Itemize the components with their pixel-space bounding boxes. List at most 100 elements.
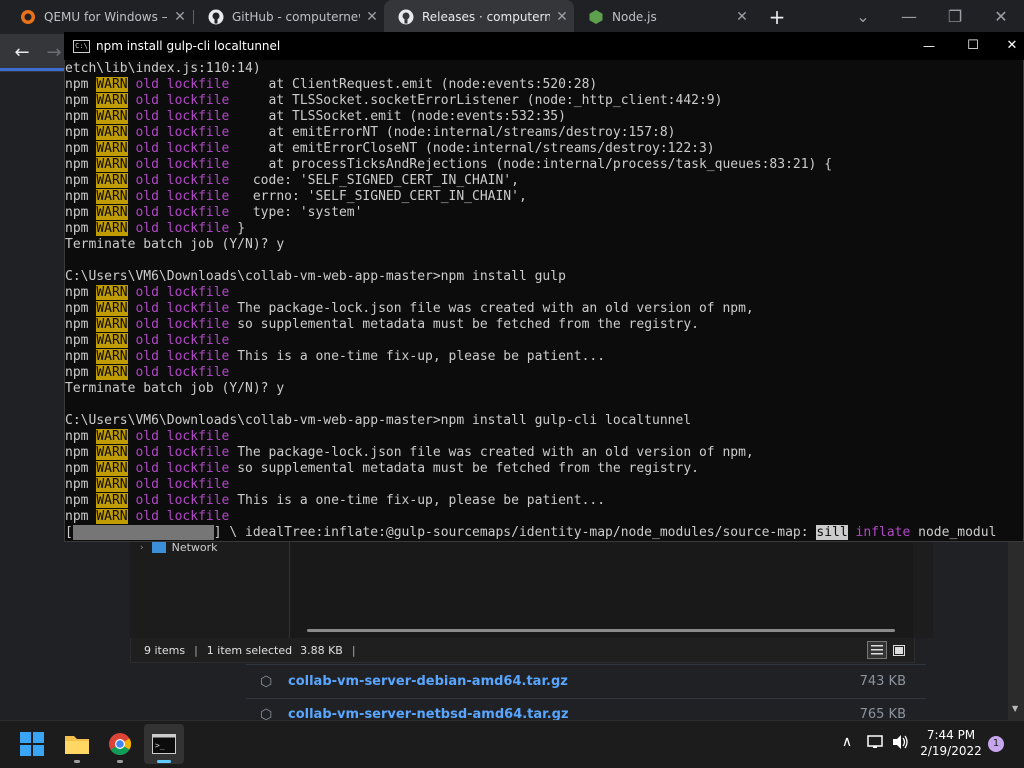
- tab-close-icon[interactable]: ✕: [360, 9, 384, 25]
- console-text: sill: [816, 525, 848, 540]
- tab-title: GitHub - computernew: [232, 10, 360, 24]
- console-text: npm: [65, 301, 97, 316]
- notification-badge[interactable]: 1: [988, 736, 1004, 752]
- chrome-icon: [109, 733, 131, 755]
- warn-tag: WARN: [96, 493, 128, 508]
- console-maximize-button[interactable]: ☐: [956, 32, 990, 60]
- taskbar-file-explorer[interactable]: [57, 724, 97, 764]
- warn-reason: old lockfile: [135, 77, 230, 92]
- warn-reason: old lockfile: [135, 173, 230, 188]
- status-separator: |: [194, 643, 198, 657]
- console-line: npm WARN old lockfile at TLSSocket.socke…: [65, 93, 1023, 109]
- console-text: npm: [65, 429, 97, 444]
- console-text: npm: [65, 365, 97, 380]
- explorer-horizontal-scrollbar[interactable]: [307, 629, 895, 632]
- running-indicator: [74, 760, 80, 763]
- asset-link[interactable]: collab-vm-server-netbsd-amd64.tar.gz: [288, 707, 860, 720]
- taskbar-terminal[interactable]: >_: [144, 724, 184, 764]
- tab-close-icon[interactable]: ✕: [168, 9, 192, 25]
- asset-link[interactable]: collab-vm-server-debian-amd64.tar.gz: [288, 674, 860, 689]
- explorer-nav-pane: › Network: [130, 538, 290, 638]
- warn-tag: WARN: [96, 93, 128, 108]
- warn-reason: old lockfile: [135, 365, 230, 380]
- show-hidden-icons-button[interactable]: ∧: [836, 734, 858, 750]
- asset-size: 765 KB: [859, 707, 906, 720]
- nav-item-network[interactable]: › Network: [140, 541, 218, 554]
- console-text: C:\Users\VM6\Downloads\collab-vm-web-app…: [65, 269, 566, 284]
- warn-reason: old lockfile: [135, 445, 230, 460]
- release-asset-row[interactable]: ⬡ collab-vm-server-netbsd-amd64.tar.gz 7…: [246, 698, 926, 720]
- console-text: npm: [65, 317, 97, 332]
- console-line: npm WARN old lockfile The package-lock.j…: [65, 445, 1023, 461]
- clock[interactable]: 7:44 PM 2/19/2022: [916, 727, 986, 759]
- console-close-button[interactable]: ✕: [1000, 32, 1024, 60]
- tab-qemu[interactable]: QEMU for Windows – I ✕: [6, 0, 192, 34]
- console-line: npm WARN old lockfile at emitErrorNT (no…: [65, 125, 1023, 141]
- tab-search-button[interactable]: ⌄: [840, 4, 886, 30]
- console-line: npm WARN old lockfile so supplemental me…: [65, 461, 1023, 477]
- warn-tag: WARN: [96, 365, 128, 380]
- details-view-button[interactable]: [867, 641, 887, 659]
- console-text: npm: [65, 205, 97, 220]
- release-asset-row[interactable]: ⬡ collab-vm-server-debian-amd64.tar.gz 7…: [246, 664, 926, 698]
- explorer-vertical-scrollbar[interactable]: [913, 538, 933, 638]
- taskbar-chrome[interactable]: [100, 724, 140, 764]
- package-icon: ⬡: [260, 707, 273, 720]
- active-indicator: [157, 760, 171, 763]
- warn-reason: inflate: [855, 525, 911, 540]
- browser-close-button[interactable]: ✕: [978, 4, 1024, 30]
- console-text: [: [65, 525, 73, 540]
- warn-tag: WARN: [96, 461, 128, 476]
- tab-title: QEMU for Windows – I: [44, 10, 168, 24]
- tab-github[interactable]: GitHub - computernew ✕: [194, 0, 384, 34]
- console-line: Terminate batch job (Y/N)? y: [65, 381, 1023, 397]
- explorer-status-bar: 9 items | 1 item selected 3.88 KB |: [131, 638, 914, 662]
- console-text: npm: [65, 141, 97, 156]
- warn-tag: WARN: [96, 173, 128, 188]
- console-line: Terminate batch job (Y/N)? y: [65, 237, 1023, 253]
- tab-close-icon[interactable]: ✕: [550, 9, 574, 25]
- selected-count: 1 item selected: [206, 643, 293, 657]
- warn-tag: WARN: [96, 77, 128, 92]
- console-line: npm WARN old lockfile type: 'system': [65, 205, 1023, 221]
- tab-close-icon[interactable]: ✕: [730, 9, 754, 25]
- start-button[interactable]: [12, 724, 52, 764]
- tab-releases[interactable]: Releases · computerne ✕: [384, 0, 574, 34]
- console-text: npm: [65, 93, 97, 108]
- console-minimize-button[interactable]: —: [912, 32, 946, 60]
- warn-tag: WARN: [96, 221, 128, 236]
- console-text: npm: [65, 461, 97, 476]
- console-text: npm: [65, 173, 97, 188]
- tab-nodejs[interactable]: Node.js ✕: [574, 0, 754, 34]
- tiles-view-button[interactable]: [891, 642, 907, 658]
- console-text: npm: [65, 333, 97, 348]
- console-text: at processTicksAndRejections (node:inter…: [229, 157, 833, 172]
- warn-reason: old lockfile: [135, 333, 230, 348]
- github-icon: [398, 9, 414, 25]
- console-text: The package-lock.json file was created w…: [229, 301, 754, 316]
- console-text: Terminate batch job (Y/N)? y: [65, 381, 285, 396]
- volume-icon[interactable]: [889, 734, 911, 754]
- console-text: }: [229, 221, 246, 236]
- forward-button[interactable]: →: [42, 41, 66, 65]
- back-button[interactable]: ←: [10, 41, 34, 65]
- console-title-bar[interactable]: C:\ npm install gulp-cli localtunnel — ☐…: [64, 32, 1024, 60]
- browser-minimize-button[interactable]: —: [886, 4, 932, 30]
- details-view-icon: [871, 645, 883, 655]
- console-text: at ClientRequest.emit (node:events:520:2…: [229, 77, 598, 92]
- warn-tag: WARN: [96, 301, 128, 316]
- tiles-view-icon: [893, 644, 905, 656]
- network-status-icon[interactable]: [864, 734, 886, 754]
- console-output[interactable]: etch\lib\index.js:110:14) npm WARN old lo…: [65, 61, 1023, 541]
- terminal-icon: >_: [152, 734, 176, 754]
- new-tab-button[interactable]: +: [764, 4, 790, 30]
- console-text: The package-lock.json file was created w…: [229, 445, 754, 460]
- console-text: errno: 'SELF_SIGNED_CERT_IN_CHAIN',: [229, 189, 527, 204]
- browser-restore-button[interactable]: ❐: [932, 4, 978, 30]
- console-text: This is a one-time fix-up, please be pat…: [229, 493, 606, 508]
- console-text: so supplemental metadata must be fetched…: [229, 317, 699, 332]
- console-text: so supplemental metadata must be fetched…: [229, 461, 699, 476]
- console-line: npm WARN old lockfile at processTicksAnd…: [65, 157, 1023, 173]
- console-line: etch\lib\index.js:110:14): [65, 61, 1023, 77]
